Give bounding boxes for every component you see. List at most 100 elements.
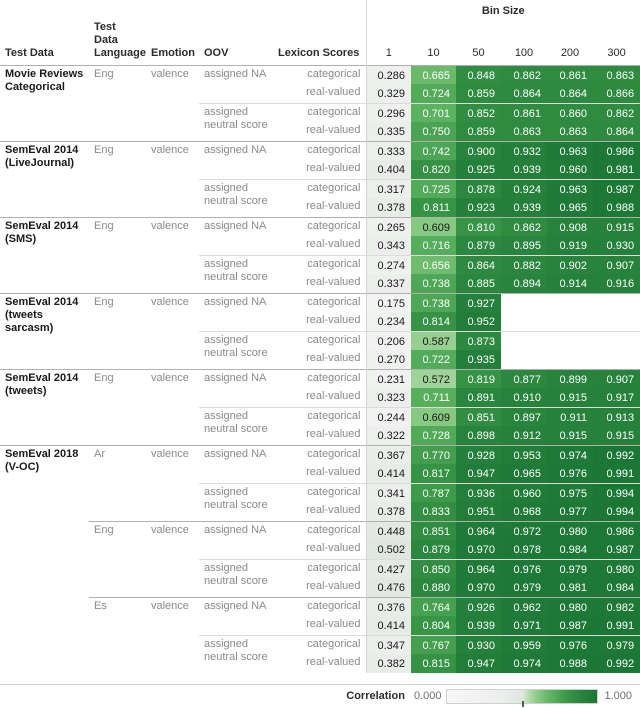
cell-test-data: SemEval 2014 (tweets sarcasm) [0,292,89,370]
heatmap-cell: 0.833 [411,502,456,522]
heatmap-cell: 0.728 [411,426,456,446]
heatmap-cell: 0.939 [501,160,547,180]
cell-test-data: SemEval 2014 (SMS) [0,216,89,294]
cell-test-data-language: Eng [89,140,146,218]
heatmap-cell: 0.977 [547,502,593,522]
heatmap-cell: 0.924 [501,178,547,199]
heatmap-cell: 0.764 [411,596,456,617]
heatmap-cell: 0.724 [411,84,456,104]
heatmap-cell: 0.976 [501,558,547,579]
heatmap-cell: 0.322 [365,426,411,446]
legend-title: Correlation [346,690,405,702]
heatmap-cell: 0.817 [411,464,456,484]
heatmap-cell: 0.814 [411,312,456,332]
cell-lexicon-scores: real-valued [306,352,361,365]
cell-oov: assigned NA [199,64,273,104]
heatmap-cell: 0.965 [547,198,593,218]
heatmap-cell: 0.231 [365,368,411,389]
heatmap-cell: 0.343 [365,236,411,256]
heatmap-cell: 0.861 [501,102,547,123]
heatmap-cell: 0.427 [365,558,411,579]
cell-lexicon-scores: categorical [273,64,366,85]
heatmap-cell: 0.329 [365,84,411,104]
heatmap-cell: 0.767 [411,634,456,655]
heatmap-cell: 0.804 [411,616,456,636]
heatmap-cell: 0.994 [593,502,640,522]
cell-oov: assigned neutral score [199,482,273,522]
heatmap-cell: 0.964 [456,558,501,579]
heatmap-cell [547,330,593,351]
heatmap-cell: 0.908 [547,216,593,237]
heatmap-cell: 0.970 [456,540,501,560]
heatmap-cell: 0.980 [547,596,593,617]
heatmap-cell: 0.991 [593,616,640,636]
heatmap-cell: 0.975 [547,482,593,503]
cell-lexicon-scores: real-valued [306,124,361,137]
heatmap-cell: 0.286 [365,64,411,85]
heatmap-cell: 0.936 [456,482,501,503]
table-row: SemEval 2014 (SMS) Eng valence assigned NA c… [0,216,640,294]
heatmap-cell: 0.742 [411,140,456,161]
cell-lexicon-scores: categorical [273,140,366,161]
cell-test-data: SemEval 2014 (LiveJournal) [0,140,89,218]
heatmap-cell: 0.970 [456,578,501,598]
cell-lexicon-scores: categorical [273,634,366,655]
heatmap-cell: 0.376 [365,596,411,617]
correlation-matrix-table: Bin Size Test Data Test Data Language Emot… [0,0,640,674]
heatmap-cell: 0.965 [501,464,547,484]
column-header-test-data: Test Data [5,46,54,59]
bin-header-1: 1 [365,21,411,66]
heatmap-cell: 0.878 [456,178,501,199]
heatmap-cell: 0.873 [456,330,501,351]
heatmap-cell: 0.337 [365,274,411,294]
heatmap-cell: 0.863 [501,122,547,142]
heatmap-cell: 0.863 [547,122,593,142]
heatmap-cell: 0.770 [411,444,456,465]
cell-lexicon-scores: real-valued [306,618,361,631]
cell-lexicon-scores: real-valued [306,86,361,99]
cell-test-data-language: Es [89,596,146,674]
cell-emotion: valence [146,444,199,522]
legend-gradient-bar [446,688,599,707]
heatmap-cell: 0.907 [593,254,640,275]
heatmap-cell: 0.947 [456,464,501,484]
heatmap-cell: 0.175 [365,292,411,313]
heatmap-cell: 0.378 [365,198,411,218]
cell-oov: assigned NA [199,368,273,408]
heatmap-cell: 0.951 [456,502,501,522]
heatmap-cell: 0.665 [411,64,456,85]
heatmap-cell: 0.609 [411,216,456,237]
heatmap-cell: 0.378 [365,502,411,522]
column-header-row: Test Data Test Data Language Emotion OOV Lex… [0,21,640,66]
heatmap-cell: 0.981 [547,578,593,598]
heatmap-cell: 0.978 [501,540,547,560]
heatmap-cell: 0.850 [411,558,456,579]
cell-lexicon-scores: real-valued [306,656,361,669]
heatmap-cell [593,350,640,370]
heatmap-cell: 0.988 [547,654,593,674]
heatmap-cell: 0.915 [547,426,593,446]
cell-oov: assigned neutral score [199,330,273,370]
heatmap-cell: 0.848 [456,64,501,85]
heatmap-cell: 0.860 [547,102,593,123]
cell-lexicon-scores: categorical [273,368,366,389]
heatmap-cell: 0.980 [593,558,640,579]
cell-lexicon-scores: categorical [273,216,366,237]
heatmap-cell: 0.971 [501,616,547,636]
cell-test-data: SemEval 2014 (tweets) [0,368,89,446]
heatmap-cell: 0.960 [501,482,547,503]
cell-test-data-language: Eng [89,292,146,370]
heatmap-cell: 0.994 [593,482,640,503]
cell-lexicon-scores: real-valued [306,428,361,441]
heatmap-cell: 0.234 [365,312,411,332]
heatmap-cell: 0.927 [456,292,501,313]
heatmap-cell: 0.928 [456,444,501,465]
heatmap-cell: 0.898 [456,426,501,446]
cell-lexicon-scores: real-valued [306,276,361,289]
heatmap-cell: 0.984 [547,540,593,560]
heatmap-cell: 0.810 [456,216,501,237]
heatmap-cell: 0.448 [365,520,411,541]
cell-emotion: valence [146,596,199,674]
heatmap-cell: 0.974 [547,444,593,465]
heatmap-cell: 0.750 [411,122,456,142]
